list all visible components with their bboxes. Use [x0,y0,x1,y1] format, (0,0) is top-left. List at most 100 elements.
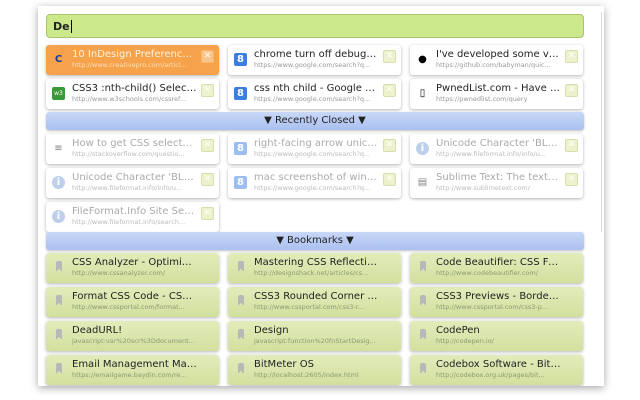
item-title: FileFormat.Info Site Search [72,206,197,217]
info-icon: i [416,142,429,155]
close-icon[interactable]: ✕ [565,139,578,152]
item-url: http://designshack.net/articles/cs... [254,269,369,277]
bookmark-item[interactable]: Mastering CSS Reflection... http://design… [228,253,401,283]
search-value: De [53,20,70,33]
item-title: Unicode Character 'BLAC... [436,138,561,149]
bookmarks-grid: CSS Analyzer - Optimize ... http://www.cs… [46,253,584,385]
search-input[interactable]: De [46,14,584,38]
bookmark-icon [420,261,426,272]
tab-item[interactable]: C 10 InDesign Preferences ... http://www.c… [46,45,219,75]
item-title: DeadURL! [72,325,123,336]
bookmark-icon [238,329,244,340]
closed-tab-item[interactable]: 8 mac screenshot of windo... https://www.g… [228,168,401,198]
item-url: http://www.codebeautifier.com/ [436,269,538,277]
tab-item[interactable]: 8 chrome turn off debugge... https://www.g… [228,45,401,75]
open-tabs-grid: C 10 InDesign Preferences ... http://www.c… [46,45,584,109]
item-title: Unicode Character 'BLAC... [72,172,197,183]
item-url: http://www.sublimetext.com/ [436,184,530,192]
bookmark-item[interactable]: Codebox Software - BitM... http://codebox… [410,355,583,385]
item-url: http://www.fileformat.info/info/u... [72,184,183,192]
closed-tab-item[interactable]: ≡ How to get CSS selectors ... http://stac… [46,134,219,164]
item-url: javascript:var%20scr%3Ddocument... [72,337,195,345]
item-title: CSS3 Rounded Corner Ge... [254,291,379,302]
recently-closed-grid: ≡ How to get CSS selectors ... http://stac… [46,134,584,232]
bookmark-item[interactable]: Design javascript:function%20fnStartDesig… [228,321,401,351]
bookmark-icon [56,295,62,306]
bookmark-icon [238,363,244,374]
bookmark-item[interactable]: CSS Analyzer - Optimize ... http://www.cs… [46,253,219,283]
tab-item[interactable]: w3 CSS3 :nth-child() Selector http://www.w… [46,79,219,109]
item-url: http://www.cssportal.com/css3-p... [436,303,549,311]
close-icon[interactable]: ✕ [565,84,578,97]
item-url: http://www.cssportal.com/css3-r... [254,303,365,311]
bookmark-item[interactable]: Email Management Made ...https://emailga… [46,355,219,385]
google-icon: 8 [234,142,247,155]
close-icon[interactable]: ✕ [201,139,214,152]
github-icon: ● [418,54,427,65]
close-icon[interactable]: ✕ [201,173,214,186]
closed-tab-item[interactable]: ▤ Sublime Text: The text e... http://www.s… [410,168,583,198]
item-title: PwnedList.com - Have Yo... [436,83,561,94]
item-title: BitMeter OS [254,359,314,370]
scrollbar[interactable] [596,12,602,232]
bookmark-icon [238,295,244,306]
bookmark-item[interactable]: CSS3 Rounded Corner Ge... http://www.cssp… [228,287,401,317]
tab-switcher-panel: De C 10 InDesign Preferences ... http://ww… [38,6,604,386]
creativepro-icon: C [54,54,63,65]
info-icon: i [52,210,65,223]
bookmark-icon [56,363,62,374]
item-url: http://codepen.io/ [436,337,494,345]
item-title: 10 InDesign Preferences ... [72,49,197,60]
bookmark-icon [56,329,62,340]
sublime-icon: ▤ [417,177,428,188]
item-title: Design [254,325,289,336]
item-title: I've developed some very ... [436,49,561,60]
item-title: CSS3 :nth-child() Selector [72,83,197,94]
closed-tab-item[interactable]: 8 right-facing arrow unico... https://www.… [228,134,401,164]
close-icon[interactable]: ✕ [565,50,578,63]
w3schools-icon: w3 [52,87,65,100]
item-url: http://www.cssportal.com/format... [72,303,185,311]
recently-closed-header[interactable]: ▼ Recently Closed ▼ [46,112,584,130]
bookmark-item[interactable]: Format CSS Code - CSS P... http://www.css… [46,287,219,317]
item-title: chrome turn off debugge... [254,49,379,60]
item-title: CSS Analyzer - Optimize ... [72,257,197,268]
close-icon[interactable]: ✕ [383,139,396,152]
bookmarks-header[interactable]: ▼ Bookmarks ▼ [46,232,584,250]
close-icon[interactable]: ✕ [201,84,214,97]
item-url: https://www.google.com/search?q... [254,61,371,69]
close-icon[interactable]: ✕ [383,50,396,63]
tab-item[interactable]: ● I've developed some very ...https://git… [410,45,583,75]
item-title: Mastering CSS Reflection... [254,257,379,268]
item-url: https://pwnedlist.com/query [436,95,528,103]
page-icon: ▯ [419,88,426,99]
bookmark-item[interactable]: BitMeter OS http://localhost:2605/index.h… [228,355,401,385]
item-url: http://www.w3schools.com/cssref... [72,95,187,103]
item-url: http://www.cssanalyzer.com/ [72,269,166,277]
item-url: javascript:function%20fnStartDesig... [254,337,376,345]
item-title: Email Management Made ... [72,359,197,370]
item-title: right-facing arrow unico... [254,138,379,149]
close-icon[interactable]: ✕ [201,50,214,63]
close-icon[interactable]: ✕ [383,173,396,186]
item-url: http://codebox.org.uk/pages/bit... [436,371,545,379]
item-url: http://stackoverflow.com/questio... [72,150,185,158]
closed-tab-item[interactable]: i Unicode Character 'BLAC... http://www.fi… [46,168,219,198]
close-icon[interactable]: ✕ [383,84,396,97]
closed-tab-item[interactable]: i Unicode Character 'BLAC... http://www.fi… [410,134,583,164]
close-icon[interactable]: ✕ [565,173,578,186]
bookmark-item[interactable]: Code Beautifier: CSS For... http://www.co… [410,253,583,283]
bookmark-item[interactable]: CSS3 Previews - Borders ... http://www.cs… [410,287,583,317]
bookmark-item[interactable]: CodePen http://codepen.io/ [410,321,583,351]
item-url: https://emailgame.baydin.com/re... [72,371,187,379]
info-icon: i [52,176,65,189]
tab-item[interactable]: ▯ PwnedList.com - Have Yo... https://pwned… [410,79,583,109]
bookmark-item[interactable]: DeadURL! javascript:var%20scr%3Ddocument.… [46,321,219,351]
closed-tab-item[interactable]: i FileFormat.Info Site Search http://www.f… [46,202,219,232]
tab-item[interactable]: 8 css nth child - Google Se... https://www… [228,79,401,109]
google-icon: 8 [234,53,247,66]
item-title: Sublime Text: The text e... [436,172,561,183]
item-url: https://www.google.com/search?q... [254,150,371,158]
close-icon[interactable]: ✕ [201,207,214,220]
item-title: css nth child - Google Se... [254,83,379,94]
